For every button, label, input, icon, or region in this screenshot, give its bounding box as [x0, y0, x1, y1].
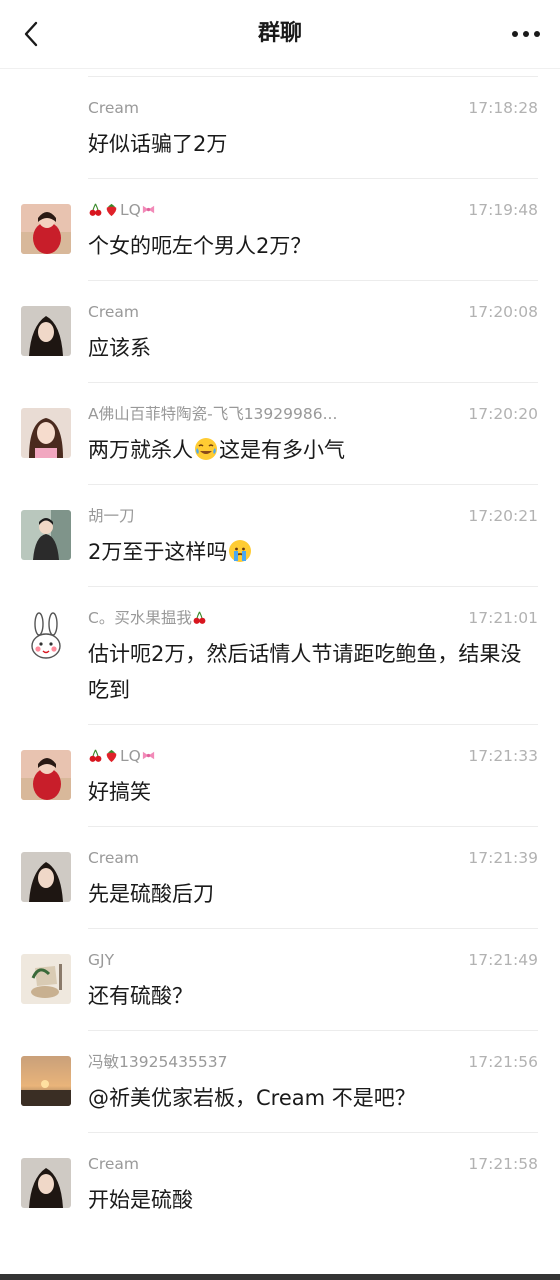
message-time: 17:21:39 — [468, 849, 538, 867]
avatar[interactable] — [21, 306, 71, 356]
message-text: 2万至于这样吗 — [88, 534, 538, 570]
message-text-part: 这是有多小气 — [219, 438, 345, 462]
message-time: 17:20:21 — [468, 507, 538, 525]
message-text: 好似话骗了2万 — [88, 132, 228, 156]
message-item[interactable]: 冯敏13925435537 17:21:56 @祈美优家岩板，Cream 不是吧… — [0, 1030, 560, 1132]
message-time: 17:21:58 — [468, 1155, 538, 1173]
message-time: 17:19:48 — [468, 201, 538, 219]
message-text: 应该系 — [88, 336, 151, 360]
message-text-part: 2万至于这样吗 — [88, 540, 228, 564]
back-button[interactable] — [12, 14, 52, 54]
cry-emoji — [229, 540, 252, 562]
sender-name: A佛山百菲特陶瓷-飞飞13929986... — [88, 405, 338, 423]
sender-name: Cream — [88, 1155, 139, 1173]
message-header: Cream 17:18:28 — [88, 96, 538, 120]
message-time: 17:21:56 — [468, 1053, 538, 1071]
message-item[interactable]: LQ 17:21:33 好搞笑 — [0, 724, 560, 826]
cherry-icon — [89, 203, 102, 216]
message-text: 个女的呃左个男人2万？ — [88, 234, 312, 258]
avatar[interactable] — [21, 204, 71, 254]
message-header: Cream 17:21:39 — [88, 846, 538, 870]
navigation-bar: 群聊 — [0, 0, 560, 69]
message-header: C。买水果揾我 17:21:01 — [88, 606, 538, 630]
avatar[interactable] — [21, 408, 71, 458]
more-horizontal-icon — [512, 31, 540, 37]
message-time: 17:21:01 — [468, 609, 538, 627]
bow-icon — [142, 205, 154, 214]
message-item[interactable]: LQ 17:19:48 个女的呃左个男人2万？ — [0, 178, 560, 280]
message-header: 胡一刀 17:20:21 — [88, 504, 538, 528]
sender-name: LQ — [88, 744, 157, 768]
sender-name-text: LQ — [120, 747, 141, 765]
message-text: 估计呃2万，然后话情人节请距吃鲍鱼，结果没吃到 — [88, 642, 522, 702]
message-item[interactable]: A佛山百菲特陶瓷-飞飞13929986... 17:20:20 两万就杀人 这是有… — [0, 382, 560, 484]
message-text: 先是硫酸后刀 — [88, 882, 214, 906]
message-item[interactable]: Cream 17:21:58 开始是硫酸 — [0, 1132, 560, 1234]
message-header: Cream 17:20:08 — [88, 300, 538, 324]
laugh-cry-emoji — [195, 438, 217, 460]
message-item[interactable]: C。买水果揾我 17:21:01 估计呃2万，然后话情人节请距吃鲍鱼，结果没吃到 — [0, 586, 560, 724]
message-header: Cream 17:21:58 — [88, 1152, 538, 1176]
message-time: 17:21:33 — [468, 747, 538, 765]
avatar[interactable] — [21, 852, 71, 902]
message-item[interactable]: Cream 17:20:08 应该系 — [0, 280, 560, 382]
message-item[interactable]: 胡一刀 17:20:21 2万至于这样吗 — [0, 484, 560, 586]
page-title: 群聊 — [257, 21, 302, 46]
message-text: @祈美优家岩板，Cream 不是吧？ — [88, 1086, 416, 1110]
message-header: 冯敏13925435537 17:21:56 — [88, 1050, 538, 1074]
sender-name: LQ — [88, 198, 157, 222]
cherry-icon — [193, 611, 206, 624]
sender-name: 冯敏13925435537 — [88, 1053, 228, 1071]
sender-name-text: C。买水果揾我 — [88, 609, 192, 627]
message-list[interactable]: Cream 17:18:28 好似话骗了2万 LQ 17:19:48 个女的呃左… — [0, 76, 560, 1234]
strawberry-icon — [106, 749, 117, 763]
message-text: 两万就杀人 这是有多小气 — [88, 432, 538, 468]
strawberry-icon — [106, 203, 117, 217]
message-item[interactable]: Cream 17:18:28 好似话骗了2万 — [0, 76, 560, 178]
avatar[interactable] — [21, 1158, 71, 1208]
sender-name-text: LQ — [120, 201, 141, 219]
chevron-left-icon — [24, 21, 38, 47]
message-time: 17:20:08 — [468, 303, 538, 321]
message-item[interactable]: Cream 17:21:39 先是硫酸后刀 — [0, 826, 560, 928]
chat-screen: 群聊 Cream 17:18:28 好似话骗了2万 LQ 17:19:48 个女… — [0, 0, 560, 1280]
message-time: 17:21:49 — [468, 951, 538, 969]
avatar[interactable] — [21, 954, 71, 1004]
sender-name: 胡一刀 — [88, 507, 135, 525]
message-text: 还有硫酸？ — [88, 984, 193, 1008]
message-item[interactable]: GJY 17:21:49 还有硫酸？ — [0, 928, 560, 1030]
avatar[interactable] — [21, 750, 71, 800]
message-header: A佛山百菲特陶瓷-飞飞13929986... 17:20:20 — [88, 402, 538, 426]
sender-name: Cream — [88, 849, 139, 867]
avatar[interactable] — [21, 510, 71, 560]
message-text-part: 两万就杀人 — [88, 438, 193, 462]
avatar[interactable] — [21, 612, 71, 662]
sender-name: GJY — [88, 951, 115, 969]
cherry-icon — [89, 749, 102, 762]
bottom-edge — [0, 1274, 560, 1280]
message-time: 17:18:28 — [468, 99, 538, 117]
message-text: 好搞笑 — [88, 780, 151, 804]
avatar[interactable] — [21, 1056, 71, 1106]
sender-name: C。买水果揾我 — [88, 606, 208, 630]
message-header: GJY 17:21:49 — [88, 948, 538, 972]
message-header: LQ 17:19:48 — [88, 198, 538, 222]
bow-icon — [142, 751, 154, 760]
message-time: 17:20:20 — [468, 405, 538, 423]
sender-name: Cream — [88, 99, 139, 117]
message-text: 开始是硫酸 — [88, 1188, 193, 1212]
more-button[interactable] — [506, 14, 546, 54]
sender-name: Cream — [88, 303, 139, 321]
message-header: LQ 17:21:33 — [88, 744, 538, 768]
